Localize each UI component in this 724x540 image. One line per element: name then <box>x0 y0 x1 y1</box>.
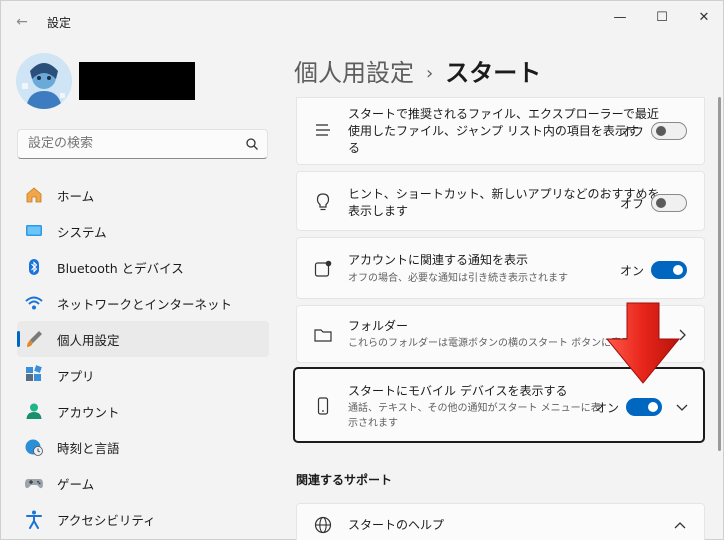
page-title: スタート <box>445 59 542 87</box>
sidebar-item-system[interactable]: システム <box>17 213 269 249</box>
search-input[interactable] <box>28 136 228 151</box>
sidebar-item-label: システム <box>57 225 107 240</box>
setting-account-notifications: アカウントに関連する通知を表示 オフの場合、必要な通知は引き続き表示されます オ… <box>296 237 705 299</box>
sidebar-item-label: アカウント <box>57 405 120 420</box>
sidebar-item-personalization[interactable]: 個人用設定 <box>17 321 269 357</box>
sidebar-item-home[interactable]: ホーム <box>17 177 269 213</box>
gamepad-icon <box>25 479 43 489</box>
title-bar: ← 設定 — ☐ ✕ <box>1 1 723 41</box>
breadcrumb: 個人用設定 › スタート <box>294 53 541 88</box>
sidebar-item-accessibility[interactable]: アクセシビリティ <box>17 501 269 537</box>
setting-title: ヒント、ショートカット、新しいアプリなどのおすすめを 表示します <box>348 187 660 218</box>
window-title: 設定 <box>47 16 72 30</box>
back-button[interactable]: ← <box>11 11 33 33</box>
folder-icon <box>314 329 332 342</box>
setting-subtitle: 通話、テキスト、その他の通知がスタート メニューに表 示されます <box>348 403 601 429</box>
setting-title: アカウントに関連する通知を表示 <box>348 253 529 267</box>
sidebar-item-label: 時刻と言語 <box>57 441 120 456</box>
globe-icon <box>314 516 332 534</box>
breadcrumb-parent[interactable]: 個人用設定 <box>294 59 414 87</box>
toggle-state-label: オン <box>620 264 645 278</box>
setting-subtitle: オフの場合、必要な通知は引き続き表示されます <box>348 273 568 284</box>
globe-clock-icon <box>25 439 43 456</box>
bluetooth-icon <box>29 259 39 275</box>
brush-icon <box>27 331 42 347</box>
system-icon <box>26 225 42 236</box>
setting-title: スタートで推奨されるファイル、エクスプローラーで最近 使用したファイル、ジャンプ… <box>348 107 659 155</box>
sidebar-item-apps[interactable]: アプリ <box>17 357 269 393</box>
sidebar-item-label: ゲーム <box>57 477 95 492</box>
setting-recommended-files: スタートで推奨されるファイル、エクスプローラーで最近 使用したファイル、ジャンプ… <box>296 97 705 165</box>
search-icon[interactable] <box>245 137 259 151</box>
minimize-button[interactable]: — <box>605 7 635 29</box>
sidebar-item-label: Bluetooth とデバイス <box>57 261 184 276</box>
avatar[interactable] <box>16 53 72 109</box>
sidebar-item-label: 個人用設定 <box>57 333 120 348</box>
toggle-state-label: オフ <box>620 197 645 211</box>
setting-title: フォルダー <box>348 319 409 333</box>
sidebar-item-label: アクセシビリティ <box>57 513 156 528</box>
wifi-icon <box>25 296 43 310</box>
setting-tips: ヒント、ショートカット、新しいアプリなどのおすすめを 表示します オフ <box>296 171 705 231</box>
chevron-down-icon[interactable] <box>675 400 689 414</box>
notification-icon <box>314 260 332 277</box>
sidebar-item-time-language[interactable]: 時刻と言語 <box>17 429 269 465</box>
sidebar-item-accounts[interactable]: アカウント <box>17 393 269 429</box>
breadcrumb-separator: › <box>426 63 434 84</box>
search-box[interactable] <box>17 129 268 159</box>
toggle-state-label: オン <box>595 401 620 415</box>
phone-icon <box>317 397 329 415</box>
related-support-heading: 関連するサポート <box>296 473 393 487</box>
accessibility-icon <box>26 510 42 529</box>
home-icon <box>26 187 42 203</box>
apps-icon <box>26 365 42 381</box>
chevron-up-icon[interactable] <box>673 519 687 533</box>
sidebar-item-bluetooth[interactable]: Bluetooth とデバイス <box>17 249 269 285</box>
sidebar-item-network[interactable]: ネットワークとインターネット <box>17 285 269 321</box>
account-notifications-toggle[interactable] <box>651 261 687 279</box>
sidebar-item-label: ネットワークとインターネット <box>57 297 233 312</box>
help-start-card[interactable]: スタートのヘルプ <box>296 503 705 540</box>
tips-toggle[interactable] <box>651 194 687 212</box>
list-icon <box>316 124 330 136</box>
setting-title: スタートにモバイル デバイスを表示する <box>348 384 568 398</box>
red-arrow-annotation <box>605 302 681 384</box>
recommended-files-toggle[interactable] <box>651 122 687 140</box>
scrollbar[interactable] <box>718 97 721 451</box>
sidebar-item-label: ホーム <box>57 189 95 204</box>
sidebar-item-label: アプリ <box>57 369 95 384</box>
sidebar-item-gaming[interactable]: ゲーム <box>17 465 269 501</box>
settings-window: ← 設定 — ☐ ✕ ホーム <box>0 0 724 540</box>
redacted-username <box>79 62 195 100</box>
maximize-button[interactable]: ☐ <box>647 7 677 29</box>
sidebar-nav: ホーム システム Bluetooth とデバイス ネットワークとインターネット <box>17 177 269 537</box>
toggle-state-label: オフ <box>620 125 645 139</box>
account-icon <box>26 403 42 419</box>
mobile-devices-toggle[interactable] <box>626 398 662 416</box>
close-button[interactable]: ✕ <box>689 7 719 29</box>
lightbulb-icon <box>316 193 330 211</box>
setting-title: スタートのヘルプ <box>348 518 445 532</box>
